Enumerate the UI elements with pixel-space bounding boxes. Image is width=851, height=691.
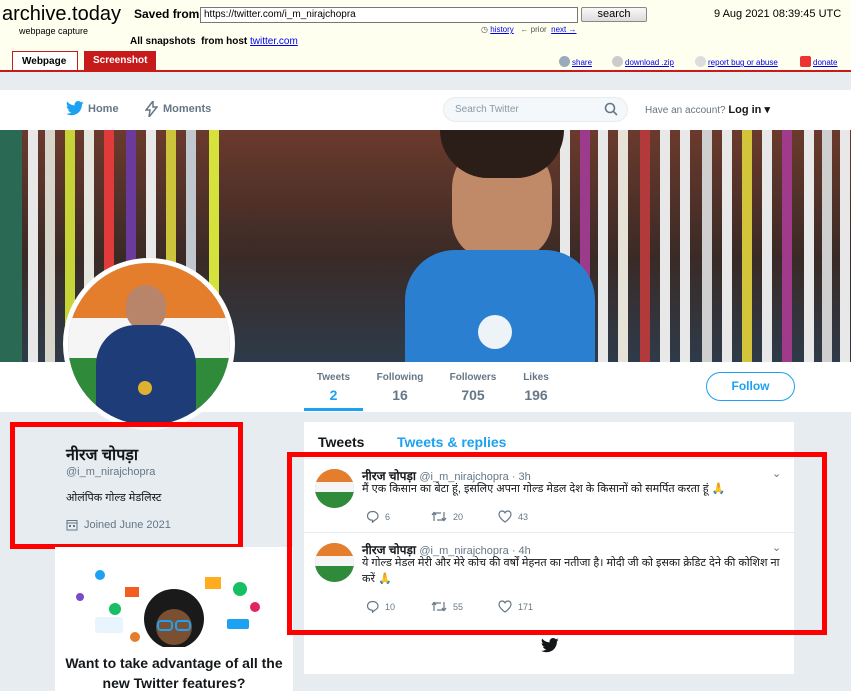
prior-link[interactable]: ← prior [520,25,546,34]
follow-button[interactable]: Follow [706,372,795,401]
cloud-download-icon [612,56,623,67]
twitter-bird-icon [541,638,559,653]
tweet-text: ये गोल्ड मेडल मेरी और मेरे कोच की वर्षों… [362,557,780,585]
tweet-text: मैं एक किसान का बेटा हूं, इसलिए अपना गोल… [362,483,726,495]
next-link[interactable]: next → [551,25,576,34]
tweet-divider [304,532,794,533]
report-link[interactable]: report bug or abuse [695,56,778,67]
history-link[interactable]: history [490,25,514,34]
heart-icon [498,510,512,523]
tweet-avatar[interactable] [315,469,354,508]
profile-bio: ओलंपिक गोल्ड मेडलिस्ट [66,492,162,504]
promo-title: Want to take advantage of all the new Tw… [65,655,283,691]
snapshot-date: 9 Aug 2021 08:39:45 UTC [714,8,842,20]
profile-handle: @i_m_nirajchopra [66,466,156,478]
all-snapshots-label: All snapshots from host [130,36,248,47]
tab-tweets-and-replies[interactable]: Tweets & replies [397,434,506,450]
heart-icon [800,56,811,67]
twitter-bird-icon[interactable] [66,101,84,116]
archive-divider [0,70,851,72]
tab-webpage[interactable]: Webpage [12,51,78,72]
reply-button[interactable]: 10 [366,600,395,613]
archive-logo-subtitle: webpage capture [19,26,89,36]
tab-tweets[interactable]: Tweets [318,434,364,450]
stat-tweets[interactable]: Tweets 2 [304,372,363,403]
stat-followers[interactable]: Followers 705 [444,372,502,403]
active-tab-underline [304,408,363,411]
retweet-icon [431,601,447,612]
share-link[interactable]: share [559,56,592,67]
retweet-button[interactable]: 55 [431,600,463,613]
stat-following[interactable]: Following 16 [371,372,429,403]
tab-screenshot[interactable]: Screenshot [84,51,156,71]
search-icon[interactable] [604,102,618,116]
reply-icon [366,600,379,613]
twitter-search-input[interactable]: Search Twitter [443,97,628,122]
nav-moments[interactable]: Moments [163,103,211,115]
archive-url-input[interactable]: https://twitter.com/i_m_nirajchopra [200,7,578,23]
saved-from-label: Saved from [134,7,200,21]
reply-button[interactable]: 6 [366,510,390,523]
share-icon [559,56,570,67]
account-prompt: Have an account? Log in ▾ [645,104,770,116]
timeline-divider [304,458,794,459]
chevron-down-icon[interactable]: ⌄ [772,541,781,554]
donate-link[interactable]: donate [800,56,837,67]
calendar-icon [66,520,78,531]
promo-illustration [76,570,260,649]
stat-likes[interactable]: Likes 196 [516,372,556,403]
tweet-avatar[interactable] [315,543,354,582]
chevron-down-icon[interactable]: ⌄ [772,467,781,480]
like-button[interactable]: 43 [498,510,528,523]
retweet-button[interactable]: 20 [431,510,463,523]
archive-logo[interactable]: archive.today [2,3,121,26]
lightning-icon [145,101,158,117]
bug-icon [695,56,706,67]
chevron-down-icon: ▾ [761,104,770,116]
history-icon: ◷ [481,25,488,34]
like-button[interactable]: 171 [498,600,533,613]
archive-search-button[interactable]: search [581,7,647,22]
retweet-icon [431,511,447,522]
host-link[interactable]: twitter.com [250,36,298,47]
login-link[interactable]: Log in [728,104,761,116]
download-link[interactable]: download .zip [612,56,674,67]
heart-icon [498,600,512,613]
reply-icon [366,510,379,523]
profile-joined: Joined June 2021 [66,519,171,531]
history-nav: ◷ history ← prior next → [481,25,576,34]
profile-avatar[interactable] [63,258,235,430]
nav-home[interactable]: Home [88,103,119,115]
profile-name: नीरज चोपड़ा [66,447,138,464]
